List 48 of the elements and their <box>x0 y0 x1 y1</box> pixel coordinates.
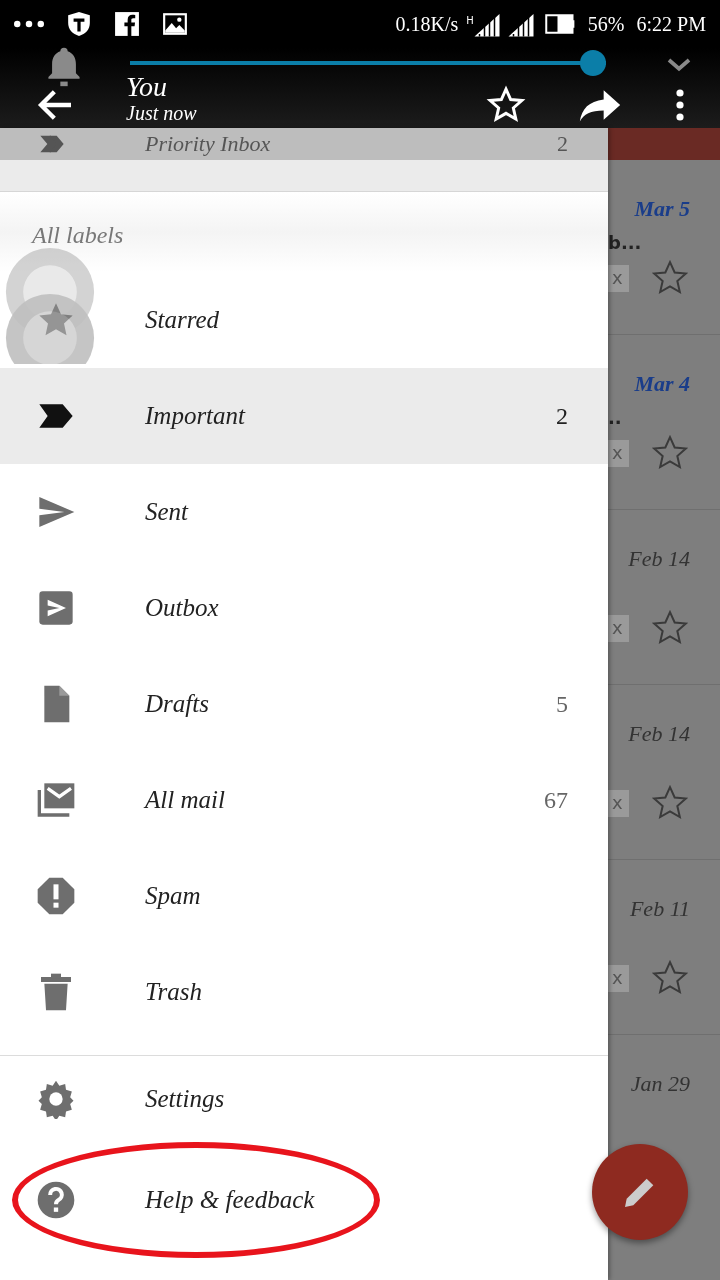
network-speed: 0.18K/s <box>395 12 459 36</box>
message-date: Feb 14 <box>627 721 691 748</box>
section-title: All labels <box>0 192 608 272</box>
label-chip: x <box>608 789 629 817</box>
label-chip: x <box>608 264 629 292</box>
drawer-item-label: Settings <box>145 1085 226 1113</box>
battery-percent: 56% <box>587 12 625 36</box>
header-title: You <box>126 72 168 102</box>
drawer-item[interactable]: Important 2 <box>0 368 608 464</box>
drawer-item-label: Important <box>145 402 247 430</box>
drawer-item-count: 67 <box>544 786 568 814</box>
drawer-item[interactable]: Sent <box>0 464 608 560</box>
drawer-item[interactable]: Drafts 5 <box>0 656 608 752</box>
message-snippet: b... <box>608 231 643 255</box>
drawer-item-label: All mail <box>145 786 226 814</box>
drawer-item-label: Trash <box>145 978 203 1006</box>
message-date: Mar 4 <box>633 371 691 398</box>
label-chip: x <box>608 614 629 642</box>
drawer-item-label: Help & feedback <box>145 1186 315 1214</box>
drawer-item[interactable]: Settings <box>0 1056 608 1142</box>
message-snippet: .. <box>608 406 623 430</box>
drawer-item[interactable]: Priority Inbox 2 <box>0 128 608 160</box>
drawer-item-count: 2 <box>556 402 568 430</box>
drawer-item-count: 2 <box>557 131 568 157</box>
message-date: Feb 14 <box>627 546 691 573</box>
message-row[interactable]: Mar 5 b... x <box>608 160 720 335</box>
drawer-item-label: Priority Inbox <box>145 131 272 157</box>
drawer-item-label: Drafts <box>145 690 210 718</box>
drawer-item[interactable]: Starred <box>0 272 608 368</box>
label-chip: x <box>608 439 629 467</box>
drawer-item[interactable]: All mail 67 <box>0 752 608 848</box>
drawer-item-label: Starred <box>145 306 221 334</box>
drawer-item-label: Outbox <box>145 594 220 622</box>
drawer-item-count: 5 <box>556 690 568 718</box>
drawer-item[interactable]: Help & feedback <box>12 1142 380 1258</box>
clock: 6:22 PM <box>636 12 706 36</box>
drawer-item[interactable]: Outbox <box>0 560 608 656</box>
label-chip: x <box>608 964 629 992</box>
drawer-item[interactable]: Spam <box>0 848 608 944</box>
drawer-item-label: Spam <box>145 882 202 910</box>
message-date: Feb 11 <box>628 896 691 923</box>
drawer-item[interactable]: Trash <box>0 944 608 1040</box>
network-type: H <box>466 15 474 26</box>
message-row[interactable]: Mar 4 .. x <box>608 335 720 510</box>
header-subtitle: Just now <box>126 102 198 124</box>
drawer-item-label: Sent <box>145 498 190 526</box>
message-date: Mar 5 <box>633 196 691 223</box>
message-date: Jan 29 <box>629 1071 691 1098</box>
